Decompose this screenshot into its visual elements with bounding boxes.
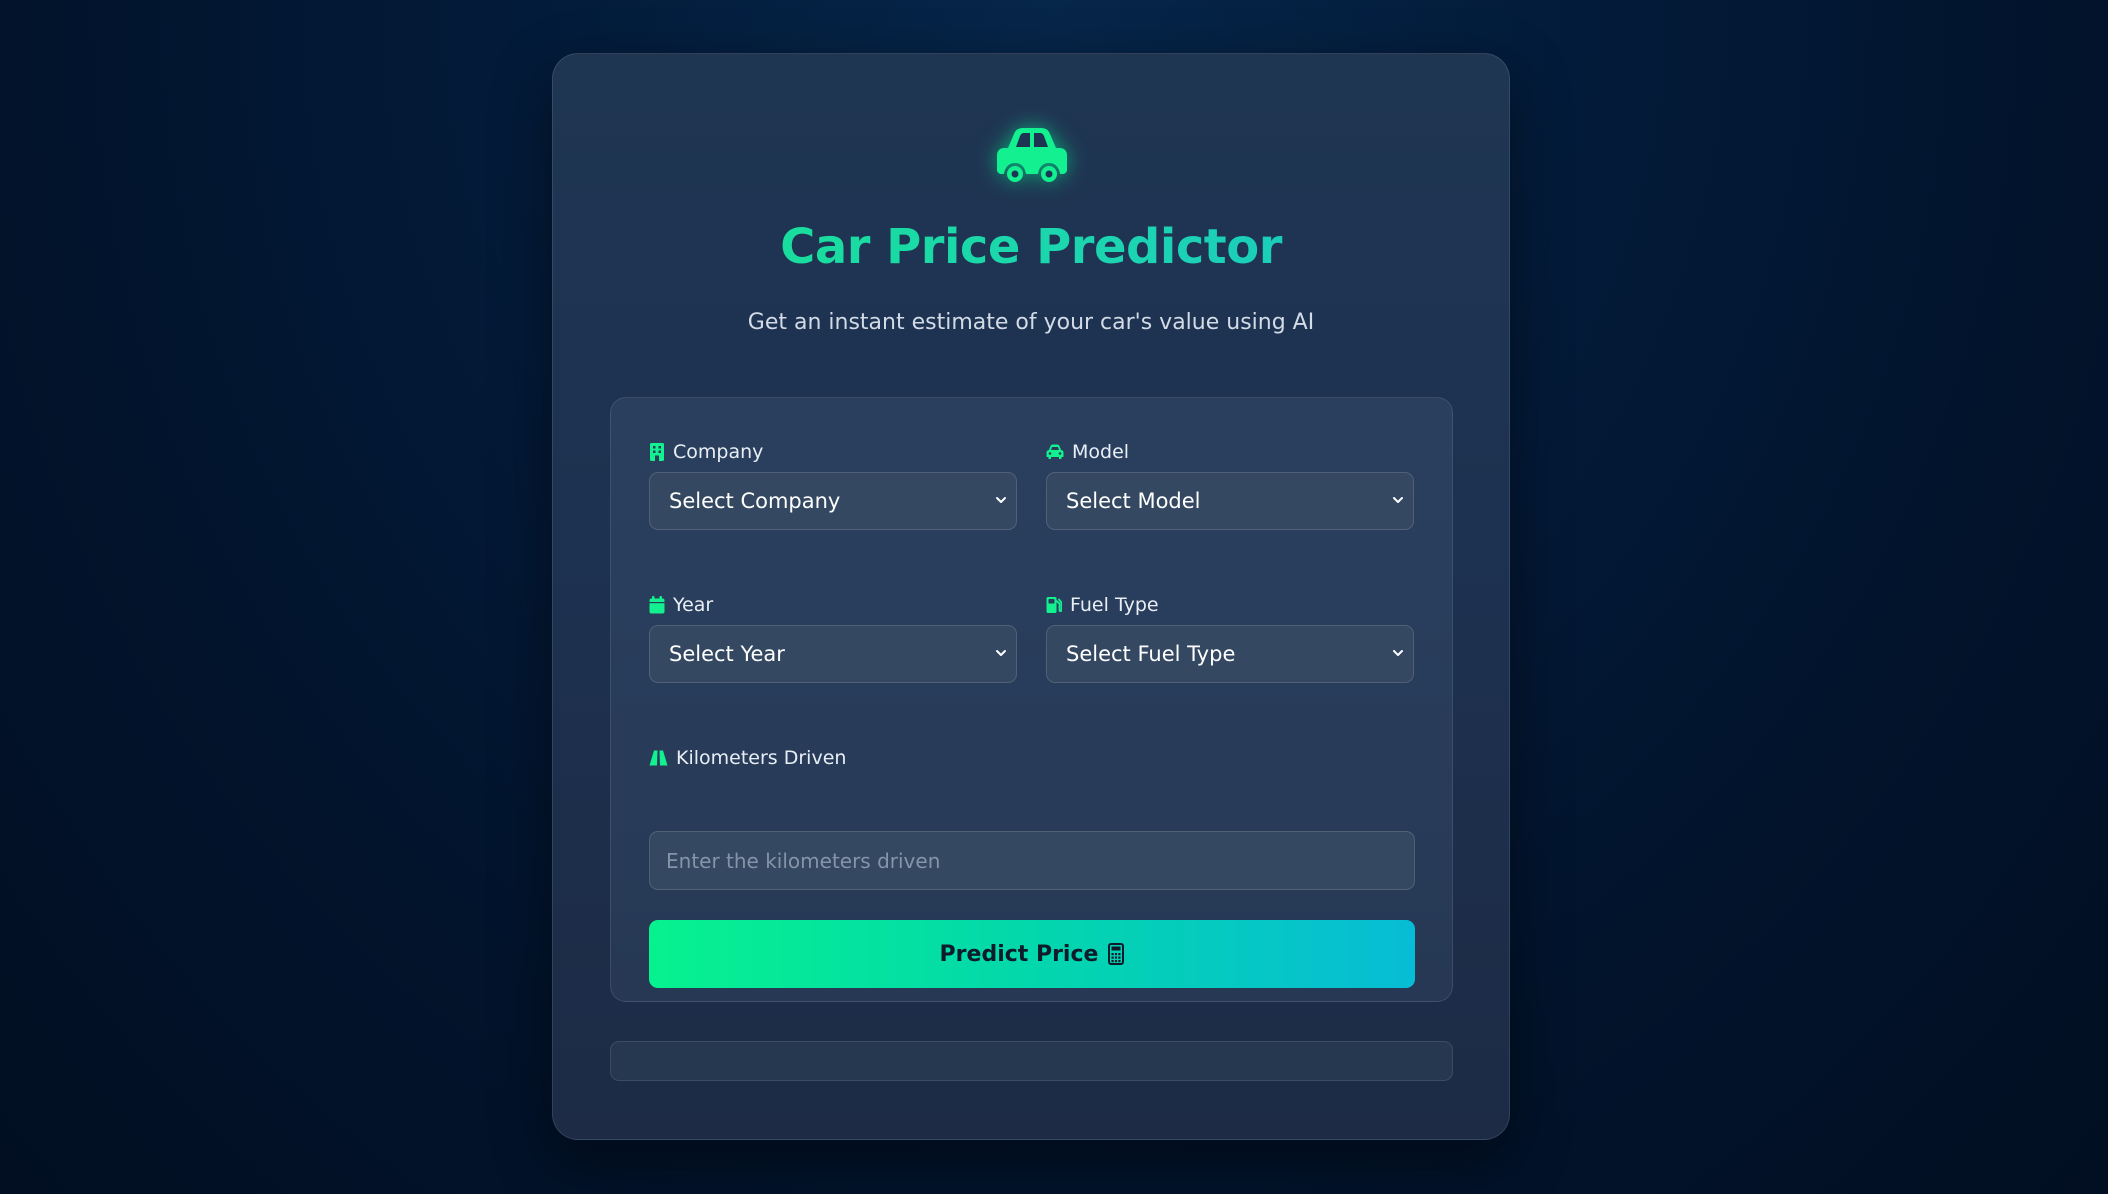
company-label-text: Company xyxy=(673,441,764,463)
year-select-value: Select Year xyxy=(669,642,785,666)
model-label: Model xyxy=(1046,441,1129,463)
company-label: Company xyxy=(649,441,763,463)
kilometers-placeholder: Enter the kilometers driven xyxy=(666,848,941,873)
chevron-down-icon xyxy=(1393,650,1403,656)
fuel-type-select[interactable]: Select Fuel Type xyxy=(1046,625,1414,683)
building-icon xyxy=(650,443,664,461)
company-select-value: Select Company xyxy=(669,489,841,513)
year-select[interactable]: Select Year xyxy=(649,625,1017,683)
kilometers-label-text: Kilometers Driven xyxy=(676,747,847,769)
predict-price-button[interactable]: Predict Price xyxy=(649,920,1415,988)
chevron-down-icon xyxy=(1393,497,1403,503)
road-icon xyxy=(649,750,668,766)
fuel-type-label-text: Fuel Type xyxy=(1070,594,1159,616)
car-icon xyxy=(997,128,1067,182)
page-title: Car Price Predictor xyxy=(553,219,1509,275)
prediction-result xyxy=(610,1041,1453,1081)
prediction-form: Company Select Company Model Select Mode… xyxy=(610,397,1453,1002)
model-select-value: Select Model xyxy=(1066,489,1201,513)
company-select[interactable]: Select Company xyxy=(649,472,1017,530)
predict-price-label: Predict Price xyxy=(939,941,1099,967)
year-label: Year xyxy=(649,594,713,616)
chevron-down-icon xyxy=(996,497,1006,503)
calendar-icon xyxy=(649,596,665,614)
model-label-text: Model xyxy=(1072,441,1130,463)
gas-pump-icon xyxy=(1046,597,1062,613)
year-label-text: Year xyxy=(673,594,714,616)
kilometers-label: Kilometers Driven xyxy=(649,747,846,769)
chevron-down-icon xyxy=(996,650,1006,656)
model-select[interactable]: Select Model xyxy=(1046,472,1414,530)
kilometers-input[interactable]: Enter the kilometers driven xyxy=(649,831,1415,890)
page-subtitle: Get an instant estimate of your car's va… xyxy=(747,310,1315,335)
fuel-type-label: Fuel Type xyxy=(1046,594,1159,616)
car-icon xyxy=(1046,444,1064,459)
calculator-icon xyxy=(1108,943,1125,965)
fuel-type-select-value: Select Fuel Type xyxy=(1066,642,1236,666)
predictor-card: Car Price Predictor Get an instant estim… xyxy=(552,53,1510,1140)
